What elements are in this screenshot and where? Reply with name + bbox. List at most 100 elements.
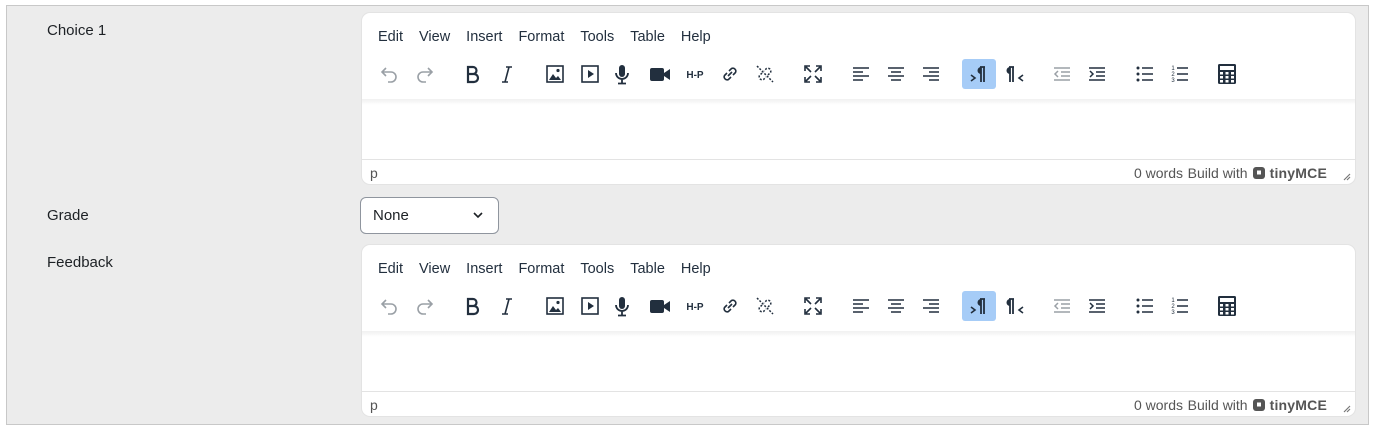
align-left-button[interactable]	[844, 291, 878, 321]
indent-icon	[1089, 299, 1105, 313]
italic-button[interactable]	[490, 291, 524, 321]
align-right-button[interactable]	[914, 291, 948, 321]
brand-link[interactable]: Build with tinyMCE	[1188, 165, 1327, 181]
unlink-button[interactable]	[748, 59, 782, 89]
image-button[interactable]	[538, 291, 572, 321]
word-count[interactable]: 0 words	[1134, 165, 1183, 181]
tinymce-logo-icon	[1252, 399, 1265, 411]
equation-calculator-icon	[1218, 296, 1236, 316]
svg-text:H-P: H-P	[686, 302, 704, 313]
menu-format[interactable]: Format	[510, 27, 572, 47]
menu-edit[interactable]: Edit	[370, 27, 411, 47]
menu-table[interactable]: Table	[622, 259, 673, 279]
bold-icon	[466, 297, 480, 316]
menu-view[interactable]: View	[411, 259, 458, 279]
bullet-list-icon	[1136, 298, 1153, 314]
statusbar: p 0 words Build with tinyMCE	[362, 391, 1355, 416]
indent-button[interactable]	[1080, 59, 1114, 89]
bold-button[interactable]	[455, 291, 489, 321]
outdent-icon	[1053, 67, 1070, 81]
equation-calculator-button[interactable]	[1210, 291, 1244, 321]
indent-button[interactable]	[1080, 291, 1114, 321]
media-button[interactable]	[573, 291, 607, 321]
undo-button[interactable]	[372, 291, 406, 321]
rtl-button[interactable]	[998, 291, 1032, 321]
undo-icon	[380, 299, 397, 315]
numbered-list-button[interactable]: 123	[1163, 59, 1197, 89]
redo-icon	[417, 67, 434, 83]
h5p-button[interactable]: H-P	[678, 59, 712, 89]
outdent-button[interactable]	[1045, 59, 1079, 89]
element-path[interactable]: p	[370, 397, 378, 413]
resize-handle-icon[interactable]	[1341, 403, 1351, 413]
link-button[interactable]	[713, 59, 747, 89]
element-path[interactable]: p	[370, 165, 378, 181]
menu-table[interactable]: Table	[622, 27, 673, 47]
feedback-label: Feedback	[47, 254, 113, 271]
align-center-icon	[888, 67, 904, 81]
menu-insert[interactable]: Insert	[458, 27, 510, 47]
bullet-list-button[interactable]	[1128, 291, 1162, 321]
undo-icon	[380, 67, 397, 83]
record-audio-button[interactable]	[605, 59, 639, 89]
choice-editor: Edit View Insert Format Tools Table Help…	[362, 13, 1355, 184]
redo-button[interactable]	[408, 59, 442, 89]
italic-button[interactable]	[490, 59, 524, 89]
align-right-button[interactable]	[914, 59, 948, 89]
rtl-button[interactable]	[998, 59, 1032, 89]
image-button[interactable]	[538, 59, 572, 89]
align-left-button[interactable]	[844, 59, 878, 89]
link-button[interactable]	[713, 291, 747, 321]
numbered-list-icon: 123	[1171, 66, 1188, 84]
menu-format[interactable]: Format	[510, 259, 572, 279]
redo-button[interactable]	[408, 291, 442, 321]
statusbar: p 0 words Build with tinyMCE	[362, 159, 1355, 184]
ltr-button[interactable]	[962, 291, 996, 321]
fullscreen-button[interactable]	[796, 291, 830, 321]
align-center-button[interactable]	[879, 59, 913, 89]
grade-label: Grade	[47, 207, 89, 224]
grade-select[interactable]: None	[360, 197, 499, 234]
align-left-icon	[853, 299, 869, 313]
resize-handle-icon[interactable]	[1341, 171, 1351, 181]
fullscreen-button[interactable]	[796, 59, 830, 89]
bold-button[interactable]	[455, 59, 489, 89]
h5p-icon: H-P	[686, 70, 704, 81]
record-video-button[interactable]	[643, 291, 677, 321]
editor-content-area[interactable]	[362, 103, 1355, 159]
ltr-icon	[970, 298, 985, 314]
equation-calculator-button[interactable]	[1210, 59, 1244, 89]
ltr-button[interactable]	[962, 59, 996, 89]
link-icon	[723, 67, 737, 81]
align-left-icon	[853, 67, 869, 81]
unlink-button[interactable]	[748, 291, 782, 321]
outdent-icon	[1053, 299, 1070, 313]
unlink-icon	[756, 297, 774, 315]
numbered-list-button[interactable]: 123	[1163, 291, 1197, 321]
editor-content-area[interactable]	[362, 335, 1355, 391]
tinymce-logo-icon	[1252, 167, 1265, 179]
build-with-text: Build with	[1187, 165, 1248, 181]
menu-view[interactable]: View	[411, 27, 458, 47]
menu-help[interactable]: Help	[673, 259, 719, 279]
media-button[interactable]	[573, 59, 607, 89]
undo-button[interactable]	[372, 59, 406, 89]
ltr-icon	[970, 66, 985, 82]
record-audio-button[interactable]	[605, 291, 639, 321]
menu-edit[interactable]: Edit	[370, 259, 411, 279]
menu-tools[interactable]: Tools	[572, 27, 622, 47]
record-audio-icon	[615, 297, 629, 317]
bullet-list-button[interactable]	[1128, 59, 1162, 89]
menu-help[interactable]: Help	[673, 27, 719, 47]
menu-tools[interactable]: Tools	[572, 259, 622, 279]
h5p-button[interactable]: H-P	[678, 291, 712, 321]
align-center-button[interactable]	[879, 291, 913, 321]
outdent-button[interactable]	[1045, 291, 1079, 321]
italic-icon	[502, 66, 512, 83]
word-count[interactable]: 0 words	[1134, 397, 1183, 413]
image-icon	[546, 65, 564, 83]
record-video-button[interactable]	[643, 59, 677, 89]
record-video-icon	[650, 300, 670, 313]
menu-insert[interactable]: Insert	[458, 259, 510, 279]
brand-link[interactable]: Build with tinyMCE	[1188, 397, 1327, 413]
